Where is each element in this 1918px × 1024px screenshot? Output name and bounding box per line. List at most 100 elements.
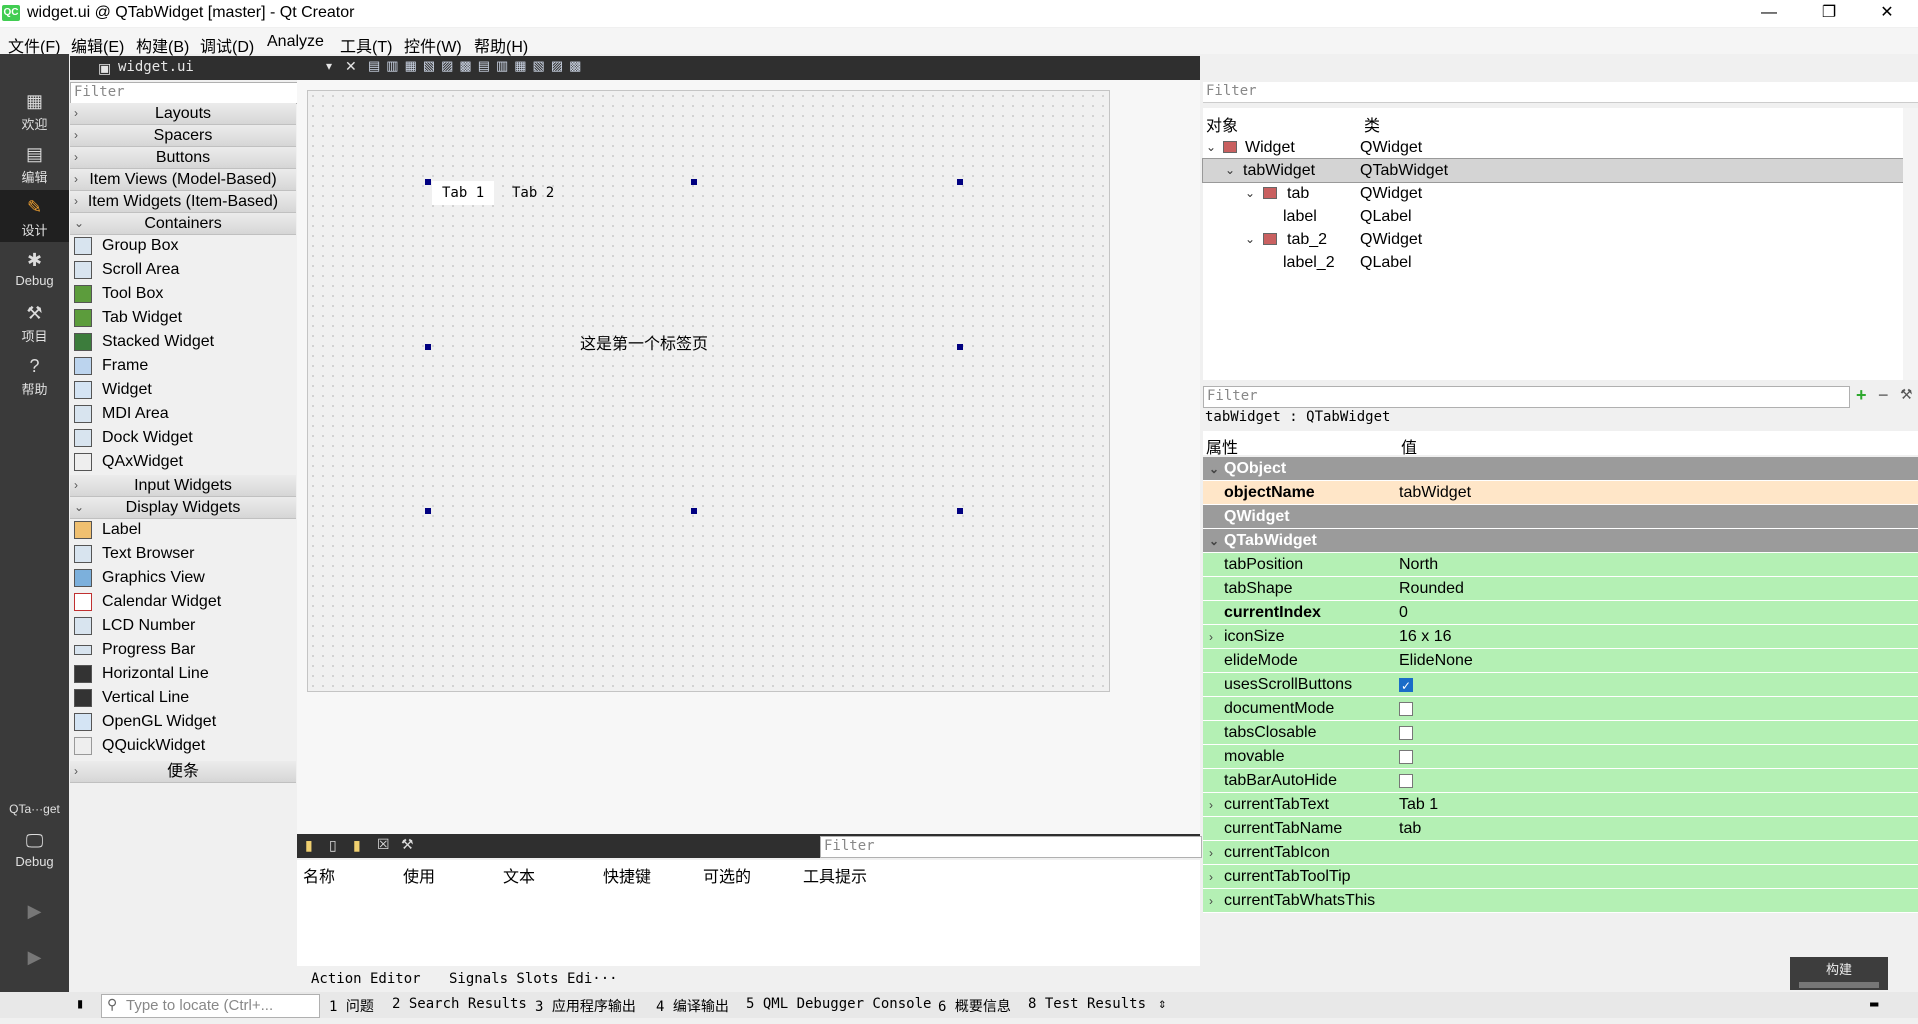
mode-welcome[interactable]: ▦ 欢迎 — [0, 84, 69, 136]
copy-icon[interactable]: ▯ — [329, 837, 337, 854]
widget-item-vertical-line[interactable]: Vertical Line — [70, 686, 296, 710]
chevron-updown-icon[interactable]: ⇕ — [1158, 996, 1166, 1012]
menu-widgets[interactable]: 控件(W) — [404, 33, 462, 57]
configure-icon[interactable]: ⚒ — [401, 836, 414, 853]
widget-item-qquickwidget[interactable]: QQuickWidget — [70, 734, 296, 758]
output-pane-application-output[interactable]: 3 应用程序输出 — [535, 996, 636, 1016]
run-button[interactable]: ▶ — [0, 894, 69, 934]
selection-handle[interactable] — [691, 508, 697, 514]
property-group-qtabwidget[interactable]: ⌄ QTabWidget — [1203, 529, 1918, 553]
widget-item-mdi-area[interactable]: MDI Area — [70, 402, 296, 426]
paste-icon[interactable]: ▮ — [353, 837, 361, 854]
tree-row-tabwidget[interactable]: ⌄ tabWidget QTabWidget — [1202, 158, 1904, 183]
tab-2[interactable]: Tab 2 — [502, 181, 564, 205]
chevron-down-icon[interactable]: ⌄ — [1245, 182, 1255, 205]
object-tree-scrollbar[interactable] — [1903, 108, 1918, 380]
property-filter-input[interactable]: Filter — [1203, 386, 1850, 408]
open-file-tab[interactable]: widget.ui — [118, 59, 194, 75]
property-row-tabshape[interactable]: tabShape Rounded — [1203, 577, 1918, 601]
property-row-tabbarautohide[interactable]: tabBarAutoHide — [1203, 769, 1918, 793]
property-value[interactable]: 16 x 16 — [1399, 625, 1451, 649]
category-item-views[interactable]: › Item Views (Model-Based) — [70, 169, 296, 191]
property-value[interactable]: tabWidget — [1399, 481, 1471, 505]
selection-handle[interactable] — [691, 179, 697, 185]
mode-projects[interactable]: ⚒ 项目 — [0, 296, 69, 348]
close-editor-icon[interactable]: ✕ — [345, 58, 357, 75]
property-row-currenttabicon[interactable]: › currentTabIcon — [1203, 841, 1918, 865]
category-layouts[interactable]: › Layouts — [70, 103, 296, 125]
property-row-currenttabtooltip[interactable]: › currentTabToolTip — [1203, 865, 1918, 889]
chevron-down-icon[interactable]: ⌄ — [1225, 159, 1235, 182]
widget-box-filter[interactable]: Filter — [70, 82, 298, 104]
tab-1[interactable]: Tab 1 — [432, 181, 495, 205]
property-row-currentindex[interactable]: currentIndex 0 — [1203, 601, 1918, 625]
widget-item-opengl-widget[interactable]: OpenGL Widget — [70, 710, 296, 734]
kit-selector[interactable]: 🖵 Debug — [0, 824, 69, 876]
property-value[interactable]: ElideNone — [1399, 649, 1473, 673]
menu-tools[interactable]: 工具(T) — [340, 33, 392, 57]
chevron-right-icon[interactable]: › — [1209, 889, 1213, 913]
close-button[interactable]: ✕ — [1864, 2, 1910, 24]
widget-item-widget[interactable]: Widget — [70, 378, 296, 402]
widget-item-graphics-view[interactable]: Graphics View — [70, 566, 296, 590]
category-spacers[interactable]: › Spacers — [70, 125, 296, 147]
tree-row-tab-2[interactable]: ⌄ tab_2 QWidget — [1203, 228, 1903, 251]
property-row-movable[interactable]: movable — [1203, 745, 1918, 769]
usesscrollbuttons-checkbox[interactable] — [1399, 674, 1413, 698]
property-row-currenttabwhatsthis[interactable]: › currentTabWhatsThis — [1203, 889, 1918, 913]
locator-input[interactable]: ⚲ Type to locate (Ctrl+... — [101, 994, 320, 1018]
selection-handle[interactable] — [425, 179, 431, 185]
property-value[interactable]: North — [1399, 553, 1438, 577]
chevron-right-icon[interactable]: › — [1209, 793, 1213, 817]
action-filter-input[interactable]: Filter — [820, 836, 1202, 858]
tab-action-editor[interactable]: Action Editor — [311, 971, 421, 987]
chevron-right-icon[interactable]: › — [1209, 625, 1213, 649]
new-action-icon[interactable]: ▮ — [305, 837, 313, 854]
add-property-icon[interactable]: + — [1856, 385, 1867, 406]
property-value[interactable]: 0 — [1399, 601, 1408, 625]
debug-run-button[interactable]: ▶ — [0, 940, 69, 980]
output-pane-search-results[interactable]: 2 Search Results — [392, 996, 527, 1012]
widget-item-label[interactable]: Label — [70, 518, 296, 542]
output-pane-compile-output[interactable]: 4 编译输出 — [656, 996, 729, 1016]
widget-item-frame[interactable]: Frame — [70, 354, 296, 378]
output-pane-issues[interactable]: 1 问题 — [329, 996, 374, 1016]
column-object[interactable]: 对象 — [1206, 112, 1238, 136]
property-row-documentmode[interactable]: documentMode — [1203, 697, 1918, 721]
tree-row-tab[interactable]: ⌄ tab QWidget — [1203, 182, 1903, 205]
property-row-elidemode[interactable]: elideMode ElideNone — [1203, 649, 1918, 673]
property-row-objectname[interactable]: objectName tabWidget — [1203, 481, 1918, 505]
widget-item-tool-box[interactable]: Tool Box — [70, 282, 296, 306]
chevron-down-icon[interactable]: ▾ — [326, 59, 332, 73]
column-value[interactable]: 值 — [1401, 434, 1417, 458]
mode-help[interactable]: ? 帮助 — [0, 349, 69, 401]
widget-item-tab-widget[interactable]: Tab Widget — [70, 306, 296, 330]
delete-icon[interactable]: ☒ — [377, 836, 390, 853]
selection-handle[interactable] — [957, 508, 963, 514]
property-value[interactable]: tab — [1399, 817, 1421, 841]
category-display-widgets[interactable]: ⌄ Display Widgets — [70, 497, 296, 519]
widget-item-stacked-widget[interactable]: Stacked Widget — [70, 330, 296, 354]
widget-item-progress-bar[interactable]: Progress Bar — [70, 638, 296, 662]
widget-item-text-browser[interactable]: Text Browser — [70, 542, 296, 566]
property-group-qobject[interactable]: ⌄ QObject — [1203, 457, 1918, 481]
menu-edit[interactable]: 编辑(E) — [71, 33, 124, 57]
chevron-down-icon[interactable]: ⌄ — [1206, 136, 1216, 159]
property-row-iconsize[interactable]: › iconSize 16 x 16 — [1203, 625, 1918, 649]
property-row-tabsclosable[interactable]: tabsClosable — [1203, 721, 1918, 745]
property-row-usesscrollbuttons[interactable]: usesScrollButtons — [1203, 673, 1918, 698]
widget-item-lcd-number[interactable]: LCD Number — [70, 614, 296, 638]
progress-details-icon[interactable]: ▬ — [1870, 996, 1878, 1012]
documentmode-checkbox[interactable] — [1399, 702, 1413, 716]
menu-build[interactable]: 构建(B) — [136, 33, 189, 57]
selection-handle[interactable] — [425, 508, 431, 514]
output-pane-general-messages[interactable]: 6 概要信息 — [938, 996, 1011, 1016]
menu-help[interactable]: 帮助(H) — [474, 33, 528, 57]
property-row-currenttabname[interactable]: currentTabName tab — [1203, 817, 1918, 841]
mode-debug[interactable]: ✱ Debug — [0, 243, 69, 295]
column-class[interactable]: 类 — [1364, 112, 1380, 136]
property-row-tabposition[interactable]: tabPosition North — [1203, 553, 1918, 577]
chevron-down-icon[interactable]: ⌄ — [1245, 228, 1255, 251]
tabbarautohide-checkbox[interactable] — [1399, 774, 1413, 788]
widget-item-dock-widget[interactable]: Dock Widget — [70, 426, 296, 450]
